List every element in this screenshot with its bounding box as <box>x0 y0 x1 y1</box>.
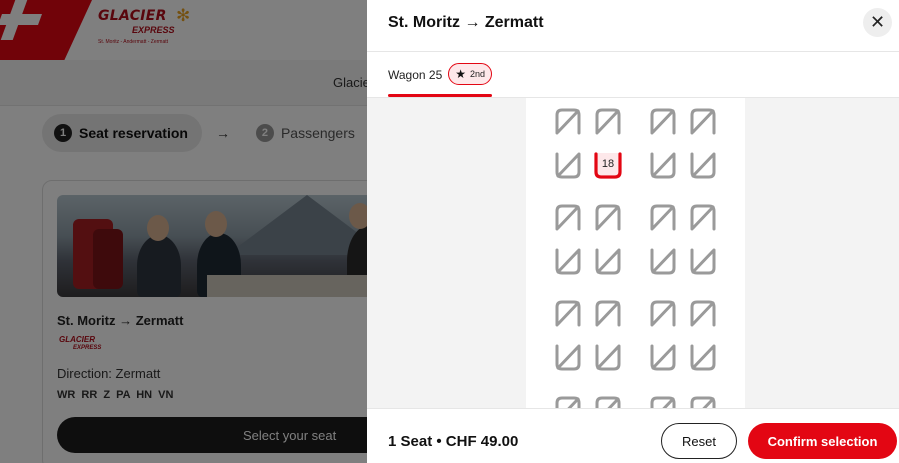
drawer-title: St. Moritz → Zermatt <box>388 14 544 31</box>
unavailable-seat-icon <box>690 108 716 135</box>
unavailable-seat-icon <box>690 344 716 371</box>
seat-unavailable <box>593 247 623 277</box>
seat-unavailable <box>648 298 678 328</box>
seat-unavailable <box>688 106 718 136</box>
unavailable-seat-icon <box>595 248 621 275</box>
tab-wagon-25[interactable]: Wagon 25 ★ 2nd <box>388 63 493 96</box>
seat-unavailable <box>688 394 718 408</box>
close-button[interactable]: ✕ <box>863 8 892 37</box>
unavailable-seat-icon <box>595 396 621 408</box>
unavailable-seat-icon <box>690 248 716 275</box>
unavailable-seat-icon <box>650 108 676 135</box>
seat-selection-drawer: St. Moritz → Zermatt ✕ Wagon 25 ★ 2nd 18… <box>367 0 899 463</box>
unavailable-seat-icon <box>650 396 676 408</box>
unavailable-seat-icon <box>650 152 676 179</box>
unavailable-seat-icon <box>690 396 716 408</box>
seat-unavailable <box>688 202 718 232</box>
seat-unavailable <box>593 298 623 328</box>
seat-unavailable <box>553 151 583 181</box>
unavailable-seat-icon <box>555 300 581 327</box>
unavailable-seat-icon <box>650 300 676 327</box>
seat-unavailable <box>648 151 678 181</box>
star-icon: ★ <box>455 67 467 81</box>
seat-unavailable <box>553 343 583 373</box>
class-badge: ★ 2nd <box>448 63 493 85</box>
seat-unavailable <box>553 106 583 136</box>
seat-unavailable <box>553 247 583 277</box>
seat-unavailable <box>648 106 678 136</box>
reset-button[interactable]: Reset <box>661 423 737 459</box>
seat-unavailable <box>593 202 623 232</box>
seat-unavailable <box>648 247 678 277</box>
seat-unavailable <box>593 343 623 373</box>
seat-unavailable <box>593 394 623 408</box>
seat-unavailable <box>648 202 678 232</box>
unavailable-seat-icon <box>555 344 581 371</box>
wagon-label: Wagon 25 <box>388 68 443 82</box>
seat-unavailable <box>553 202 583 232</box>
confirm-selection-button[interactable]: Confirm selection <box>748 423 897 459</box>
selection-summary: 1 Seat • CHF 49.00 <box>388 433 519 450</box>
class-label: 2nd <box>470 69 486 79</box>
unavailable-seat-icon <box>690 204 716 231</box>
unavailable-seat-icon <box>690 300 716 327</box>
seat-unavailable <box>648 343 678 373</box>
unavailable-seat-icon <box>555 108 581 135</box>
unavailable-seat-icon <box>595 344 621 371</box>
modal-backdrop[interactable] <box>0 0 367 463</box>
unavailable-seat-icon <box>555 248 581 275</box>
close-icon: ✕ <box>869 12 886 32</box>
seat-number: 18 <box>601 158 615 170</box>
unavailable-seat-icon <box>555 396 581 408</box>
seat-unavailable <box>553 394 583 408</box>
unavailable-seat-icon <box>555 204 581 231</box>
unavailable-seat-icon <box>595 204 621 231</box>
seat-unavailable <box>648 394 678 408</box>
unavailable-seat-icon <box>595 300 621 327</box>
unavailable-seat-icon <box>595 108 621 135</box>
seat-unavailable <box>688 151 718 181</box>
divider <box>367 51 899 52</box>
unavailable-seat-icon <box>555 152 581 179</box>
seat-unavailable <box>688 343 718 373</box>
seat-selected[interactable]: 18 <box>593 151 623 181</box>
unavailable-seat-icon <box>690 152 716 179</box>
unavailable-seat-icon <box>650 248 676 275</box>
unavailable-seat-icon <box>650 204 676 231</box>
seat-unavailable <box>553 298 583 328</box>
seat-unavailable <box>688 247 718 277</box>
seat-unavailable <box>688 298 718 328</box>
seat-map: 18 <box>526 98 745 408</box>
seatmap-viewport[interactable]: 18 <box>367 98 899 408</box>
seat-unavailable <box>593 106 623 136</box>
unavailable-seat-icon <box>650 344 676 371</box>
divider <box>367 408 899 409</box>
